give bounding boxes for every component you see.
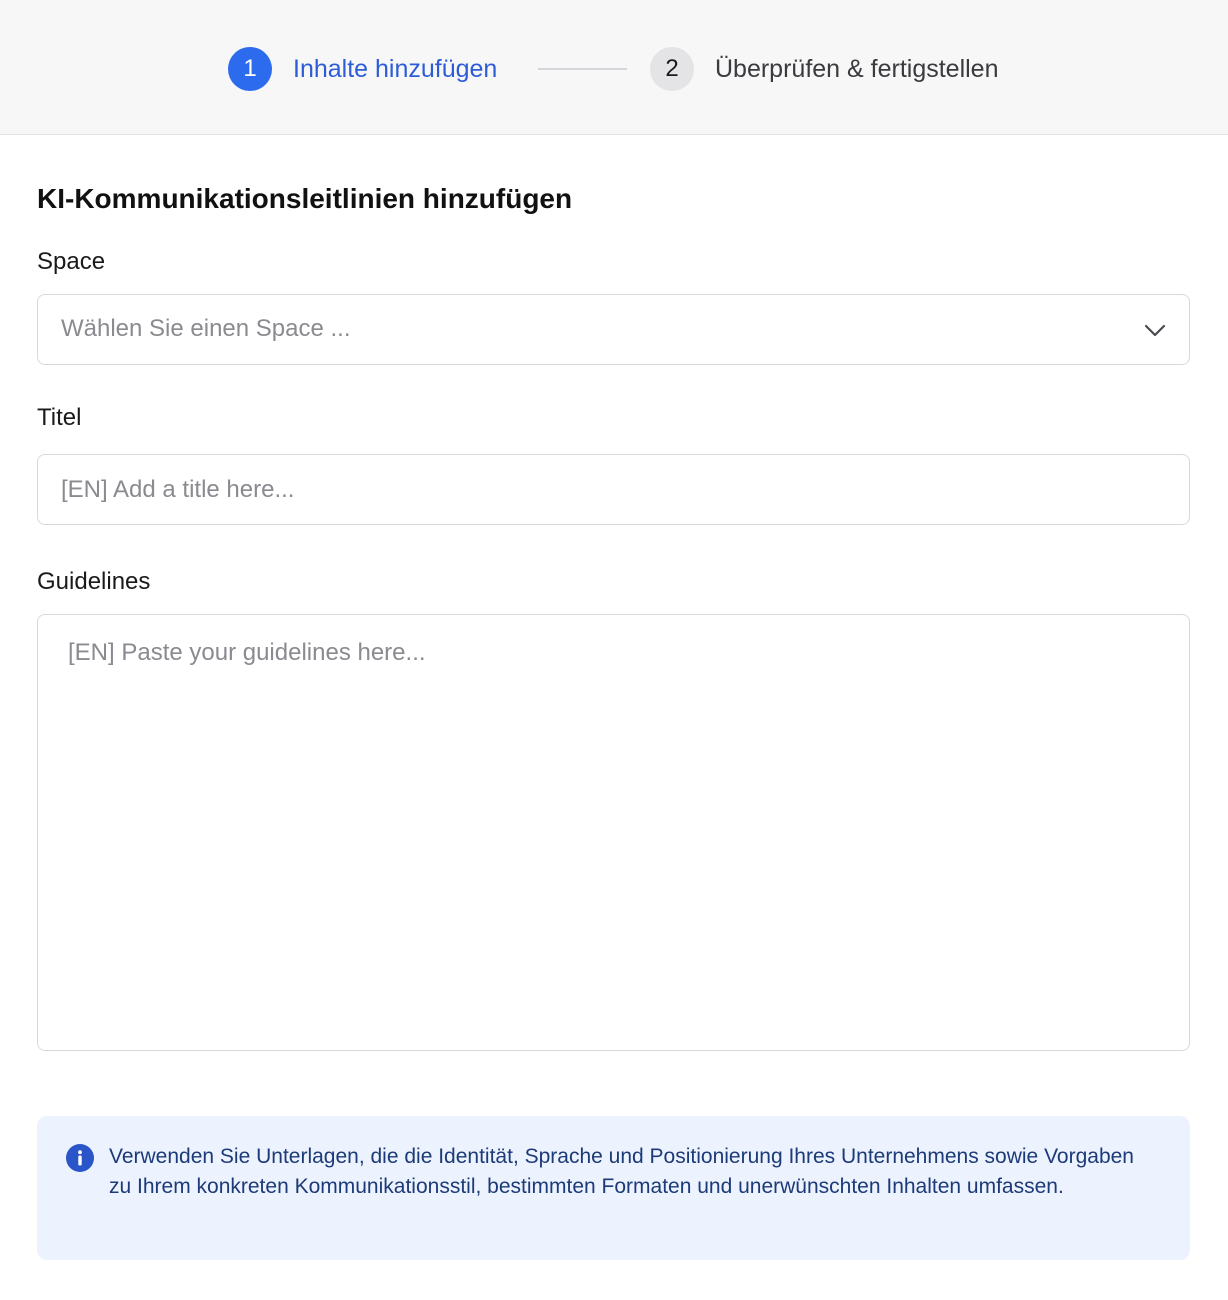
info-text: Verwenden Sie Unterlagen, die die Identi… — [109, 1145, 1134, 1198]
title-label: Titel — [37, 404, 82, 431]
step-review-finish[interactable]: 2 Überprüfen & fertigstellen — [650, 47, 998, 91]
page-title: KI-Kommunikationsleitlinien hinzufügen — [37, 183, 573, 214]
stepper: 1 Inhalte hinzufügen 2 Überprüfen & fert… — [0, 0, 1228, 135]
space-label: Space — [37, 248, 106, 275]
step-number-badge: 2 — [650, 47, 694, 91]
step-connector — [538, 68, 627, 70]
title-input[interactable] — [37, 454, 1190, 525]
guidelines-label: Guidelines — [37, 568, 151, 595]
chevron-down-icon — [1144, 324, 1166, 337]
guidelines-textarea[interactable] — [37, 614, 1190, 1051]
step-label: Überprüfen & fertigstellen — [715, 54, 999, 83]
info-icon — [66, 1144, 94, 1172]
space-select[interactable]: Wählen Sie einen Space ... — [37, 294, 1190, 365]
step-label: Inhalte hinzufügen — [293, 54, 498, 83]
step-number-badge: 1 — [228, 47, 272, 91]
step-add-content[interactable]: 1 Inhalte hinzufügen — [228, 47, 497, 91]
space-select-placeholder: Wählen Sie einen Space ... — [61, 315, 351, 342]
info-banner: Verwenden Sie Unterlagen, die die Identi… — [37, 1116, 1190, 1260]
